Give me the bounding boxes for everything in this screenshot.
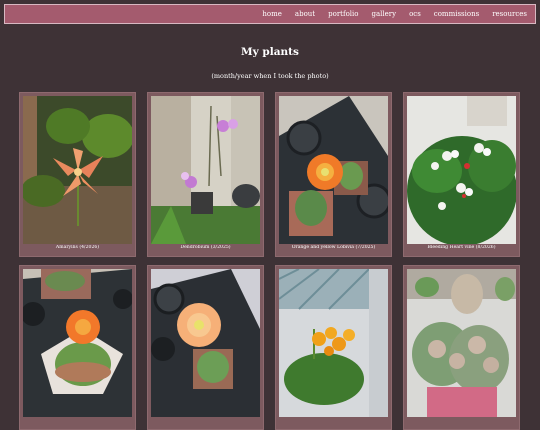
gallery-caption: Amaryllis (4/2026) <box>55 245 100 250</box>
gallery-card-amaryllis[interactable]: Amaryllis (4/2026) <box>19 92 136 257</box>
top-navbar: home about portfolio gallery ocs commiss… <box>4 4 536 24</box>
nav-links: home about portfolio gallery ocs commiss… <box>249 5 527 23</box>
nav-link-resources[interactable]: resources <box>492 10 527 18</box>
nav-link-commissions[interactable]: commissions <box>434 10 479 18</box>
plant-photo-5[interactable] <box>23 269 132 417</box>
gallery-card-lobivia[interactable]: Orange and yellow Lobivia (7/2025) <box>275 92 392 257</box>
nav-link-home[interactable]: home <box>262 10 282 18</box>
nav-link-ocs[interactable]: ocs <box>409 10 421 18</box>
page-title: My plants <box>241 46 299 58</box>
gallery-card-7[interactable] <box>275 265 392 430</box>
plant-photo-7[interactable] <box>279 269 388 417</box>
plant-photo-lobivia[interactable] <box>279 96 388 244</box>
plant-photo-bleeding-heart[interactable] <box>407 96 516 244</box>
gallery-card-6[interactable] <box>147 265 264 430</box>
gallery-caption: Dendrobium (3/2025) <box>180 245 231 250</box>
gallery-card-bleeding-heart[interactable]: Bleeding Heart vine (8/2026) <box>403 92 520 257</box>
nav-link-gallery[interactable]: gallery <box>371 10 396 18</box>
gallery-card-8[interactable] <box>403 265 520 430</box>
nav-link-about[interactable]: about <box>295 10 315 18</box>
gallery-card-dendrobium[interactable]: Dendrobium (3/2025) <box>147 92 264 257</box>
plant-photo-8[interactable] <box>407 269 516 417</box>
nav-link-portfolio[interactable]: portfolio <box>328 10 358 18</box>
gallery-caption: Bleeding Heart vine (8/2026) <box>427 245 496 250</box>
page-subtitle: (month/year when I took the photo) <box>211 72 329 80</box>
plant-photo-amaryllis[interactable] <box>23 96 132 244</box>
gallery-caption: Orange and yellow Lobivia (7/2025) <box>291 245 376 250</box>
gallery-card-5[interactable] <box>19 265 136 430</box>
plant-photo-dendrobium[interactable] <box>151 96 260 244</box>
plant-photo-6[interactable] <box>151 269 260 417</box>
